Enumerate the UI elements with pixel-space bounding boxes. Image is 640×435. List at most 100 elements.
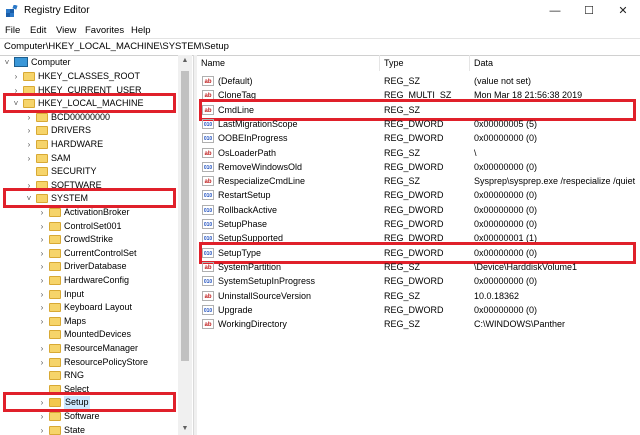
tree-item[interactable]: RNG [0,369,178,382]
value-row[interactable]: 010 SetupPhase REG_DWORD 0x00000000 (0) [197,217,640,231]
value-row[interactable]: 010 SystemSetupInProgress REG_DWORD 0x00000… [197,274,640,288]
expand-icon[interactable]: › [38,342,46,355]
value-name: LastMigrationScope [218,118,298,129]
value-row[interactable]: 010 OOBEInProgress REG_DWORD 0x00000000 (0) [197,131,640,145]
column-header-name[interactable]: Name [197,55,380,71]
menu-view[interactable]: View [56,25,76,36]
scroll-up-icon[interactable]: ▲ [178,55,192,67]
tree-item[interactable]: › BCD00000000 [0,111,178,124]
menu-bar: File Edit View Favorites Help [0,22,640,38]
expand-icon[interactable]: › [38,315,46,328]
expand-icon[interactable]: › [38,247,46,260]
tree-scrollbar[interactable]: ▲ ▼ [178,55,192,435]
value-row[interactable]: 010 Upgrade REG_DWORD 0x00000000 (0) [197,303,640,317]
string-value-icon: ab [202,147,214,158]
value-row[interactable]: 010 LastMigrationScope REG_DWORD 0x00000005… [197,117,640,131]
value-row[interactable]: ab UninstallSourceVersion REG_SZ 10.0.18362 [197,289,640,303]
value-row[interactable]: 010 RollbackActive REG_DWORD 0x00000000 (0) [197,203,640,217]
value-name: SetupPhase [218,219,268,229]
binary-value-icon: 010 [202,161,214,172]
expand-icon[interactable] [38,369,46,382]
value-row[interactable]: ab WorkingDirectory REG_SZ C:\WINDOWS\Panth… [197,317,640,331]
tree-item[interactable]: › HKEY_CLASSES_ROOT [0,70,178,83]
column-header-data[interactable]: Data [470,55,640,71]
tree-item[interactable]: › DRIVERS [0,124,178,137]
value-row[interactable]: ab (Default) REG_SZ (value not set) [197,74,640,88]
collapse-icon[interactable]: ˅ [3,56,11,69]
tree-item[interactable]: › SAM [0,152,178,165]
tree-item[interactable]: › HARDWARE [0,138,178,151]
menu-help[interactable]: Help [131,25,151,36]
tree-item[interactable]: › HardwareConfig [0,274,178,287]
minimize-button[interactable]: — [538,0,572,22]
expand-icon[interactable]: › [38,410,46,423]
tree-item[interactable]: › Maps [0,315,178,328]
expand-icon[interactable]: › [25,138,33,151]
tree-item[interactable]: › ResourceManager [0,342,178,355]
value-data: C:\WINDOWS\Panther [474,319,566,330]
menu-edit[interactable]: Edit [30,25,46,36]
scroll-down-icon[interactable]: ▼ [178,423,192,435]
tree-item[interactable]: › DriverDatabase [0,260,178,273]
expand-icon[interactable]: › [38,220,46,233]
value-type: REG_SZ [384,76,421,86]
maximize-button[interactable]: ☐ [572,0,606,22]
value-row[interactable]: 010 RemoveWindowsOld REG_DWORD 0x00000000 (… [197,160,640,174]
address-bar[interactable]: Computer\HKEY_LOCAL_MACHINE\SYSTEM\Setup [0,38,640,56]
column-header-type[interactable]: Type [380,55,470,71]
expand-icon[interactable]: › [25,111,33,124]
tree-item[interactable]: › CurrentControlSet [0,247,178,260]
binary-value-icon: 010 [202,304,214,315]
value-row[interactable]: ab RespecializeCmdLine REG_SZ Sysprep\syspr… [197,174,640,188]
tree-item[interactable]: › Keyboard Layout [0,301,178,314]
tree-item[interactable]: › CrowdStrike [0,233,178,246]
close-button[interactable]: ✕ [606,0,640,22]
tree-item[interactable]: › State [0,424,178,435]
tree-item-computer[interactable]: ˅ Computer [0,56,178,69]
value-row[interactable]: ab OsLoaderPath REG_SZ \ [197,146,640,160]
tree-item[interactable]: SECURITY [0,165,178,178]
expand-icon[interactable]: › [38,288,46,301]
value-name: RemoveWindowsOld [218,161,303,172]
expand-icon[interactable]: › [38,424,46,435]
tree-item-label: Keyboard Layout [64,302,133,313]
expand-icon[interactable] [25,165,33,178]
tree-item[interactable]: › ResourcePolicyStore [0,356,178,369]
value-data: (value not set) [474,76,532,86]
expand-icon[interactable]: › [38,233,46,246]
tree-item[interactable]: MountedDevices [0,328,178,341]
tree-item-label: HKEY_CLASSES_ROOT [38,71,141,81]
binary-value-icon: 010 [202,204,214,215]
value-row[interactable]: 010 RestartSetup REG_DWORD 0x00000000 (0) [197,188,640,202]
menu-file[interactable]: File [5,25,20,36]
address-path[interactable]: Computer\HKEY_LOCAL_MACHINE\SYSTEM\Setup [4,41,229,52]
menu-favorites[interactable]: Favorites [85,25,124,36]
value-name: OsLoaderPath [218,147,277,158]
expand-icon[interactable]: › [38,260,46,273]
value-name: RollbackActive [218,204,278,215]
value-row[interactable]: ab SystemPartition REG_SZ \Device\HarddiskV… [197,260,640,274]
expand-icon[interactable]: › [12,70,20,83]
expand-icon[interactable]: › [25,152,33,165]
expand-icon[interactable]: › [38,206,46,219]
value-name: SystemSetupInProgress [218,276,316,287]
expand-icon[interactable] [38,328,46,341]
tree-item[interactable]: › ActivationBroker [0,206,178,219]
folder-icon [49,357,61,367]
scrollbar-thumb[interactable] [181,71,189,361]
expand-icon[interactable]: › [38,274,46,287]
tree-item[interactable]: › Software [0,410,178,423]
tree-item-label: SAM [51,152,71,163]
expand-icon[interactable]: › [38,356,46,369]
value-type: REG_DWORD [384,204,444,215]
value-name: RestartSetup [218,190,271,201]
value-name: SystemPartition [218,261,282,272]
value-type: REG_DWORD [384,190,444,201]
value-data: 0x00000000 (0) [474,204,538,215]
expand-icon[interactable]: › [38,301,46,314]
expand-icon[interactable]: › [25,124,33,137]
tree-item[interactable]: › ControlSet001 [0,220,178,233]
value-data: \ [474,147,477,158]
tree-item[interactable]: › Input [0,288,178,301]
registry-editor-icon [6,5,18,17]
